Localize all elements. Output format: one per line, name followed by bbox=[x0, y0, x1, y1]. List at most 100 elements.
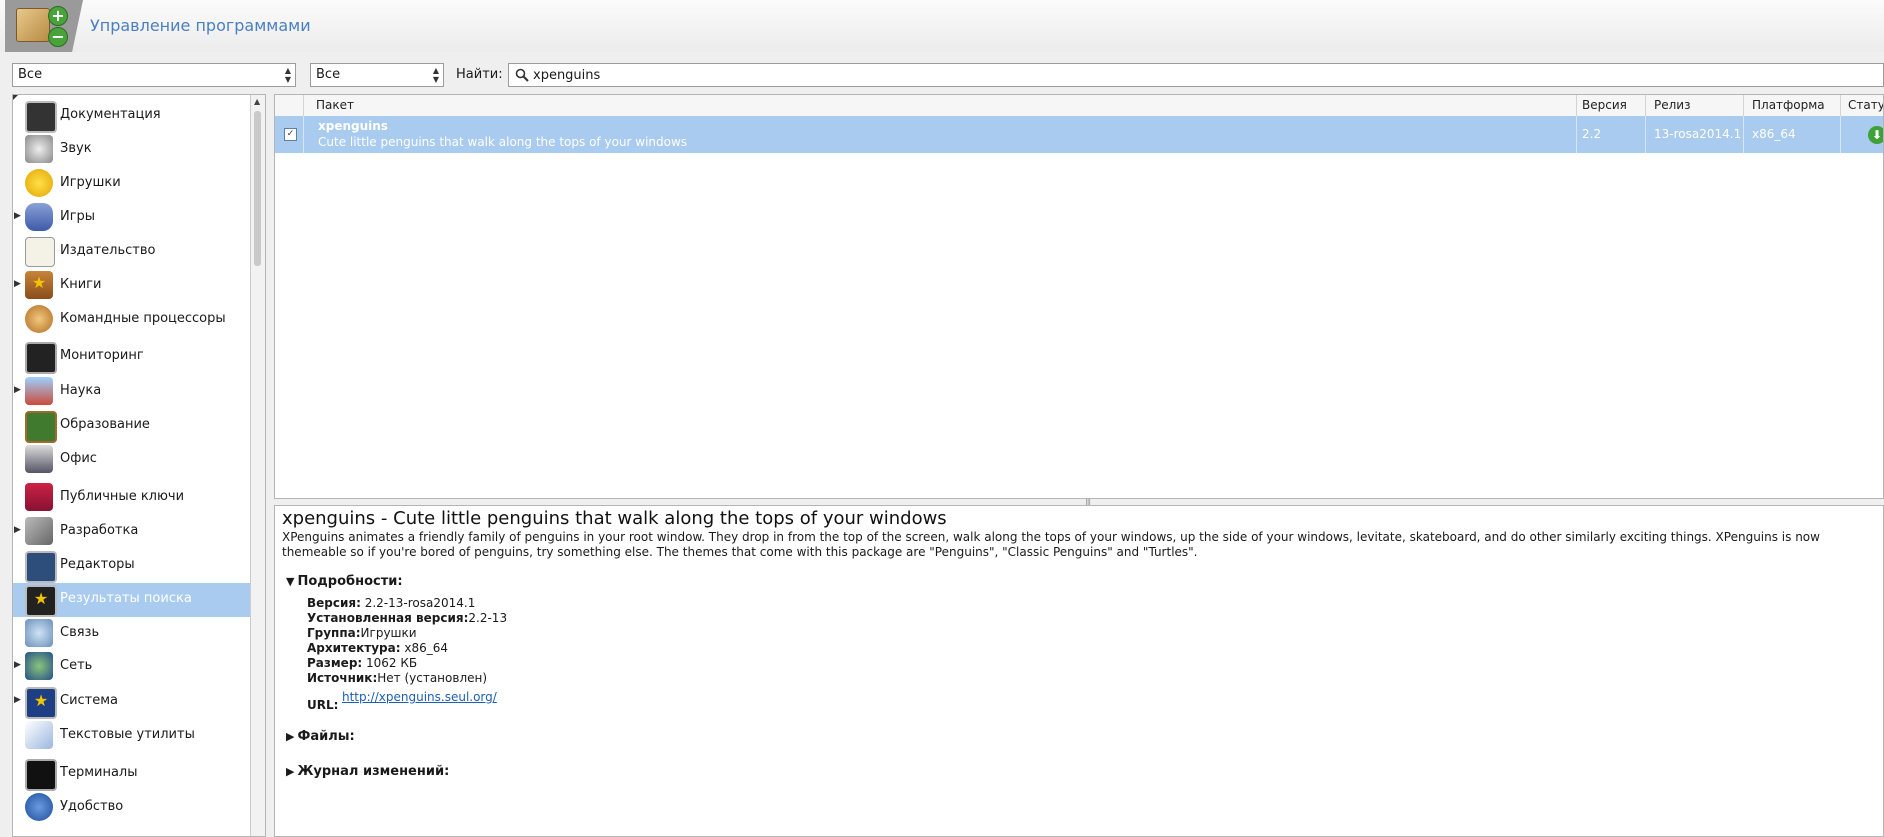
category-filter-value: Все bbox=[18, 67, 43, 82]
column-header-version[interactable]: Версия bbox=[1582, 98, 1627, 112]
sidebar-item-label: Образование bbox=[60, 417, 150, 432]
accessibility-icon bbox=[25, 793, 53, 821]
tree-scrollbar[interactable]: ▲ bbox=[250, 95, 265, 836]
collapse-triangle-icon: ▼ bbox=[286, 575, 295, 588]
package-summary: Cute little penguins that walk along the… bbox=[318, 135, 688, 149]
sidebar-item[interactable]: Документация bbox=[13, 99, 252, 133]
sidebar-item[interactable]: ▶ Наука bbox=[13, 375, 252, 409]
url-label: URL: bbox=[307, 698, 339, 712]
row-checkbox[interactable]: ✓ bbox=[284, 128, 297, 141]
sidebar-item-label: Наука bbox=[60, 383, 102, 398]
details-title: xpenguins - Cute little penguins that wa… bbox=[282, 508, 947, 529]
sidebar-item-label: Сеть bbox=[60, 658, 93, 673]
sidebar-item-label: Мониторинг bbox=[60, 348, 144, 363]
sidebar-item[interactable]: Связь bbox=[13, 617, 252, 651]
search-input[interactable]: xpenguins bbox=[508, 63, 1884, 87]
expand-arrow-icon[interactable]: ▶ bbox=[14, 211, 21, 221]
status-filter-value: Все bbox=[316, 67, 341, 82]
package-details-pane: xpenguins - Cute little penguins that wa… bbox=[274, 505, 1884, 837]
details-description: XPenguins animates a friendly family of … bbox=[282, 530, 1820, 559]
documentation-icon bbox=[25, 101, 57, 133]
editor-icon bbox=[25, 551, 57, 583]
science-icon bbox=[25, 377, 53, 405]
sidebar-item[interactable]: Звук bbox=[13, 133, 252, 167]
gamepad-icon bbox=[25, 203, 53, 231]
files-section-toggle[interactable]: ▶ Файлы: bbox=[286, 729, 355, 744]
app-logo-icon: + − bbox=[5, 0, 83, 52]
package-platform: x86_64 bbox=[1752, 127, 1796, 141]
sidebar-item[interactable]: Удобство bbox=[13, 791, 252, 825]
detail-field: Размер: 1062 КБ bbox=[307, 656, 418, 670]
sidebar-item[interactable]: Терминалы bbox=[13, 757, 252, 791]
sidebar-item[interactable]: Редакторы bbox=[13, 549, 252, 583]
sidebar-item[interactable]: Игрушки bbox=[13, 167, 252, 201]
category-tree[interactable]: Документация Звук Игрушки ▶ Игры Издательство… bbox=[12, 94, 266, 837]
sidebar-item[interactable]: ▶ Игры bbox=[13, 201, 252, 235]
download-icon[interactable]: ⬇ bbox=[1868, 126, 1883, 144]
spinner-arrows-icon: ▲ ▼ bbox=[432, 66, 439, 84]
sidebar-item-label: Публичные ключи bbox=[60, 489, 185, 504]
sidebar-item-label: Игры bbox=[60, 209, 96, 224]
detail-field: Источник:Нет (установлен) bbox=[307, 671, 488, 685]
title-bar: + − Управление программами bbox=[0, 0, 1884, 52]
sidebar-item-label: Терминалы bbox=[60, 765, 138, 780]
details-section-toggle[interactable]: ▼ Подробности: bbox=[286, 574, 403, 589]
sidebar-item[interactable]: Публичные ключи bbox=[13, 481, 252, 515]
package-table: Пакет Версия Релиз Платформа Статус ✓ xp… bbox=[274, 94, 1884, 499]
sidebar-item-label: Текстовые утилиты bbox=[60, 727, 195, 742]
sidebar-item[interactable]: Офис bbox=[13, 443, 252, 477]
sidebar-item[interactable]: ▶ Сеть bbox=[13, 650, 252, 684]
column-header-status[interactable]: Статус bbox=[1848, 98, 1883, 112]
speaker-icon bbox=[25, 135, 53, 163]
text-tools-icon bbox=[25, 721, 53, 749]
sidebar-item-label: Офис bbox=[60, 451, 97, 466]
monitor-icon bbox=[25, 342, 57, 374]
sidebar-item-label: Командные процессоры bbox=[60, 311, 226, 326]
network-icon bbox=[25, 652, 53, 680]
sidebar-item[interactable]: ▶ ★ Книги bbox=[13, 269, 252, 303]
tools-icon bbox=[25, 517, 53, 545]
column-header-platform[interactable]: Платформа bbox=[1752, 98, 1825, 112]
table-row[interactable]: ✓ xpenguins Cute little penguins that wa… bbox=[275, 116, 1883, 153]
spinner-arrows-icon: ▲ ▼ bbox=[284, 66, 291, 84]
expand-arrow-icon[interactable]: ▶ bbox=[14, 385, 21, 395]
sidebar-item-label: Разработка bbox=[60, 523, 139, 538]
homepage-link[interactable]: http://xpenguins.seul.org/ bbox=[342, 690, 497, 704]
expand-arrow-icon[interactable]: ▶ bbox=[14, 525, 21, 535]
sidebar-item[interactable]: Мониторинг bbox=[13, 340, 252, 374]
find-label: Найти: bbox=[456, 67, 503, 82]
scroll-up-icon[interactable]: ▲ bbox=[254, 97, 260, 106]
sidebar-item-label: Документация bbox=[60, 107, 161, 122]
sidebar-item[interactable]: ★ Результаты поиска bbox=[13, 583, 252, 617]
table-header: Пакет Версия Релиз Платформа Статус bbox=[275, 95, 1883, 117]
chalkboard-icon bbox=[25, 411, 57, 443]
sidebar-item[interactable]: Командные процессоры bbox=[13, 303, 252, 337]
expand-arrow-icon[interactable]: ▶ bbox=[14, 695, 21, 705]
sidebar-item-label: Издательство bbox=[60, 243, 156, 258]
detail-field: Архитектура: x86_64 bbox=[307, 641, 448, 655]
expand-arrow-icon[interactable]: ▶ bbox=[14, 279, 21, 289]
sidebar-item-label: Игрушки bbox=[60, 175, 121, 190]
smiley-icon bbox=[25, 169, 53, 197]
changelog-section-toggle[interactable]: ▶ Журнал изменений: bbox=[286, 764, 449, 779]
sidebar-item-label: Удобство bbox=[60, 799, 124, 814]
package-release: 13-rosa2014.1 bbox=[1654, 127, 1742, 141]
star-icon: ★ bbox=[25, 585, 57, 617]
expand-arrow-icon[interactable]: ▶ bbox=[14, 660, 21, 670]
office-icon bbox=[25, 445, 53, 473]
changelog-section-label: Журнал изменений: bbox=[297, 764, 450, 779]
sidebar-item-label: Книги bbox=[60, 277, 102, 292]
column-header-package[interactable]: Пакет bbox=[316, 98, 354, 112]
sidebar-item[interactable]: ▶ Разработка bbox=[13, 515, 252, 549]
sidebar-item[interactable]: ▶ ★ Система bbox=[13, 685, 252, 719]
publishing-icon bbox=[25, 237, 55, 267]
sidebar-item-label: Связь bbox=[60, 625, 100, 640]
category-filter-select[interactable]: Все ▲ ▼ bbox=[12, 63, 296, 87]
sidebar-item[interactable]: Издательство bbox=[13, 235, 252, 269]
sidebar-item-label: Результаты поиска bbox=[60, 591, 192, 606]
sidebar-item[interactable]: Текстовые утилиты bbox=[13, 719, 252, 753]
scroll-thumb[interactable] bbox=[254, 111, 261, 266]
sidebar-item[interactable]: Образование bbox=[13, 409, 252, 443]
status-filter-select[interactable]: Все ▲ ▼ bbox=[310, 63, 444, 87]
column-header-release[interactable]: Релиз bbox=[1654, 98, 1690, 112]
